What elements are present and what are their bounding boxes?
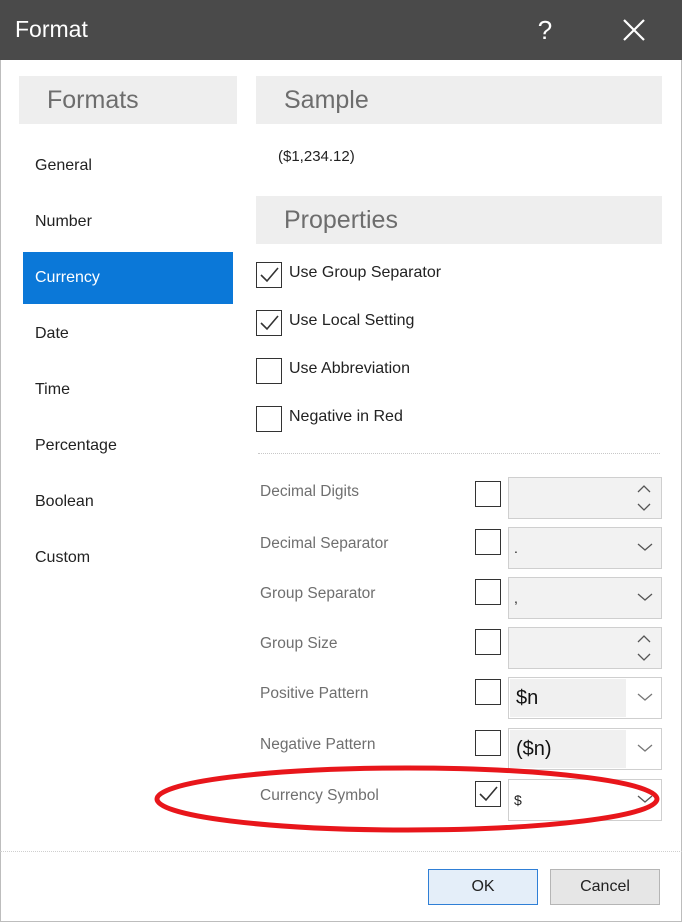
spin-up-icon[interactable] bbox=[637, 484, 651, 493]
ok-button[interactable]: OK bbox=[428, 869, 538, 905]
currency-symbol-value: $ bbox=[514, 792, 522, 808]
sample-header: Sample bbox=[256, 76, 662, 124]
use-abbreviation-label: Use Abbreviation bbox=[289, 360, 410, 377]
properties-header: Properties bbox=[256, 196, 662, 244]
group-separator-checkbox[interactable] bbox=[475, 579, 501, 605]
positive-pattern-checkbox[interactable] bbox=[475, 679, 501, 705]
format-item-time[interactable]: Time bbox=[23, 364, 233, 416]
currency-symbol-label: Currency Symbol bbox=[260, 787, 379, 804]
footer-divider bbox=[0, 851, 682, 852]
format-item-number[interactable]: Number bbox=[23, 196, 233, 248]
format-item-date[interactable]: Date bbox=[23, 308, 233, 360]
spin-down-icon[interactable] bbox=[637, 653, 651, 662]
group-size-spinner[interactable] bbox=[508, 627, 662, 669]
title-bar: Format ? bbox=[0, 0, 682, 60]
positive-pattern-dropdown[interactable]: $n bbox=[508, 677, 662, 719]
decimal-digits-spinner[interactable] bbox=[508, 477, 662, 519]
format-item-percentage[interactable]: Percentage bbox=[23, 420, 233, 472]
format-item-currency[interactable]: Currency bbox=[23, 252, 233, 304]
sample-value: ($1,234.12) bbox=[278, 148, 355, 165]
chevron-down-icon bbox=[637, 744, 653, 752]
group-size-checkbox[interactable] bbox=[475, 629, 501, 655]
negative-pattern-checkbox[interactable] bbox=[475, 730, 501, 756]
negative-pattern-value: ($n) bbox=[516, 738, 552, 760]
decimal-separator-checkbox[interactable] bbox=[475, 529, 501, 555]
decimal-separator-value: . bbox=[514, 540, 518, 556]
spin-down-icon[interactable] bbox=[637, 503, 651, 512]
group-separator-label: Group Separator bbox=[260, 585, 376, 602]
use-local-setting-checkbox[interactable] bbox=[256, 310, 282, 336]
decimal-digits-checkbox[interactable] bbox=[475, 481, 501, 507]
negative-pattern-label: Negative Pattern bbox=[260, 736, 376, 753]
positive-pattern-label: Positive Pattern bbox=[260, 685, 369, 702]
close-button[interactable] bbox=[616, 12, 652, 48]
close-icon bbox=[623, 19, 645, 41]
use-abbreviation-checkbox[interactable] bbox=[256, 358, 282, 384]
use-group-separator-checkbox[interactable] bbox=[256, 262, 282, 288]
dialog-title: Format bbox=[15, 16, 88, 42]
positive-pattern-value: $n bbox=[516, 687, 539, 709]
properties-divider bbox=[258, 453, 660, 454]
negative-pattern-display: ($n) bbox=[510, 730, 626, 768]
chevron-down-icon bbox=[637, 543, 653, 551]
chevron-down-icon bbox=[637, 795, 653, 803]
group-size-label: Group Size bbox=[260, 635, 338, 652]
use-group-separator-label: Use Group Separator bbox=[289, 264, 442, 281]
negative-pattern-dropdown[interactable]: ($n) bbox=[508, 728, 662, 770]
decimal-separator-dropdown[interactable]: . bbox=[508, 527, 662, 569]
negative-in-red-checkbox[interactable] bbox=[256, 406, 282, 432]
checkmark-icon bbox=[260, 267, 279, 283]
help-button[interactable]: ? bbox=[530, 10, 560, 50]
checkmark-icon bbox=[260, 315, 279, 331]
format-item-general[interactable]: General bbox=[23, 140, 233, 192]
currency-symbol-checkbox[interactable] bbox=[475, 781, 501, 807]
negative-in-red-label: Negative in Red bbox=[289, 408, 403, 425]
spin-up-icon[interactable] bbox=[637, 634, 651, 643]
cancel-button[interactable]: Cancel bbox=[550, 869, 660, 905]
formats-header: Formats bbox=[19, 76, 237, 124]
currency-symbol-dropdown[interactable]: $ bbox=[508, 779, 662, 821]
format-item-custom[interactable]: Custom bbox=[23, 532, 233, 584]
chevron-down-icon bbox=[637, 593, 653, 601]
chevron-down-icon bbox=[637, 693, 653, 701]
use-local-setting-label: Use Local Setting bbox=[289, 312, 415, 329]
decimal-separator-label: Decimal Separator bbox=[260, 535, 389, 552]
format-item-boolean[interactable]: Boolean bbox=[23, 476, 233, 528]
checkmark-icon bbox=[479, 786, 498, 802]
group-separator-value: , bbox=[514, 590, 518, 606]
group-separator-dropdown[interactable]: , bbox=[508, 577, 662, 619]
positive-pattern-display: $n bbox=[510, 679, 626, 717]
decimal-digits-label: Decimal Digits bbox=[260, 483, 360, 500]
